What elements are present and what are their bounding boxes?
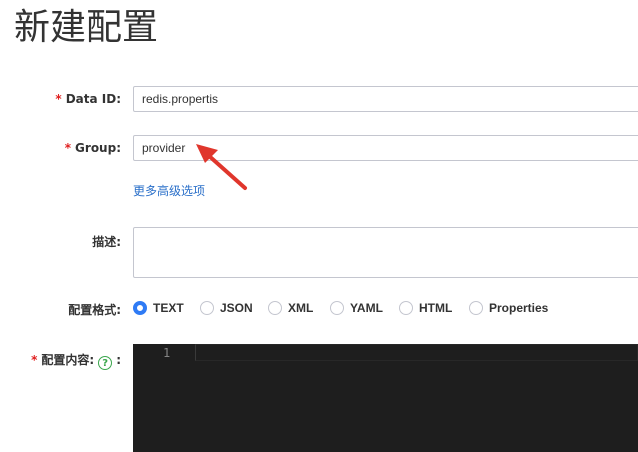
- content-label-text: 配置内容:: [41, 353, 95, 367]
- group-input[interactable]: provider: [133, 135, 638, 161]
- group-label-text: Group:: [75, 141, 121, 155]
- radio-yaml[interactable]: YAML: [330, 298, 383, 318]
- data-id-input[interactable]: redis.propertis: [133, 86, 638, 112]
- question-circle-icon[interactable]: ?: [98, 356, 113, 370]
- advanced-options-link[interactable]: 更多高级选项: [133, 182, 205, 199]
- radio-label: JSON: [220, 301, 253, 315]
- radio-unchecked-icon: [469, 301, 483, 315]
- radio-unchecked-icon: [399, 301, 413, 315]
- radio-label: YAML: [350, 301, 383, 315]
- radio-unchecked-icon: [268, 301, 282, 315]
- radio-label: HTML: [419, 301, 453, 315]
- required-mark: *: [55, 92, 62, 106]
- content-label-colon: :: [116, 353, 121, 367]
- data-id-label: * Data ID:: [55, 92, 121, 106]
- radio-unchecked-icon: [330, 301, 344, 315]
- radio-label: TEXT: [153, 301, 184, 315]
- radio-label: Properties: [489, 301, 549, 315]
- description-textarea[interactable]: [133, 227, 638, 278]
- line-number: 1: [163, 346, 171, 360]
- radio-checked-icon: [133, 301, 147, 315]
- current-line-highlight: [195, 344, 638, 361]
- radio-html[interactable]: HTML: [399, 298, 452, 318]
- required-mark: *: [31, 353, 38, 367]
- radio-xml[interactable]: XML: [268, 298, 313, 318]
- data-id-label-text: Data ID:: [65, 92, 121, 106]
- description-label: 描述:: [92, 235, 121, 249]
- group-label: * Group:: [65, 141, 121, 155]
- radio-unchecked-icon: [200, 301, 214, 315]
- code-editor[interactable]: 1: [133, 344, 638, 452]
- page-title: 新建配置: [14, 7, 159, 48]
- radio-properties[interactable]: Properties: [469, 298, 548, 318]
- radio-json[interactable]: JSON: [200, 298, 253, 318]
- required-mark: *: [64, 141, 72, 155]
- radio-text[interactable]: TEXT: [133, 298, 184, 318]
- format-label: 配置格式:: [68, 303, 121, 317]
- radio-label: XML: [288, 301, 314, 315]
- content-label: * 配置内容:?:: [31, 351, 121, 370]
